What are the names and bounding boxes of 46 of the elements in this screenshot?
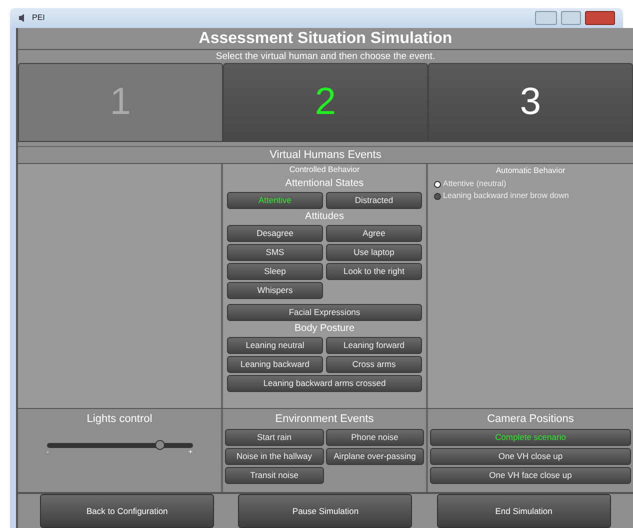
slider-thumb[interactable]: [155, 440, 166, 450]
event-button[interactable]: Transit noise: [225, 467, 324, 484]
event-button[interactable]: Attentive: [227, 192, 323, 210]
event-button[interactable]: One VH close up: [430, 448, 631, 466]
radio-label: Leaning backward inner brow down: [443, 190, 569, 202]
event-button[interactable]: Facial Expressions: [227, 304, 422, 322]
event-button[interactable]: Look to the right: [326, 263, 422, 280]
event-button[interactable]: Airplane over-passing: [326, 448, 424, 466]
event-button[interactable]: Complete scenario: [430, 429, 631, 446]
tab[interactable]: 3: [428, 63, 633, 142]
slider-track[interactable]: [46, 443, 192, 448]
event-button[interactable]: Distracted: [326, 192, 422, 210]
event-button[interactable]: Desagree: [227, 225, 323, 242]
header-subtitle: Select the virtual human and then choose the event.: [214, 50, 436, 63]
event-button[interactable]: Sleep: [227, 263, 323, 280]
panel-title: Controlled Behavior: [288, 164, 361, 176]
event-button[interactable]: Leaning forward: [326, 337, 422, 354]
footer-button[interactable]: End Simulation: [436, 494, 611, 528]
event-button[interactable]: Leaning backward: [227, 356, 323, 374]
event-button[interactable]: Leaning neutral: [227, 337, 323, 354]
event-button[interactable]: Start rain: [225, 429, 324, 446]
event-button[interactable]: Use laptop: [326, 244, 422, 262]
group-title: Attitudes: [304, 210, 345, 224]
radio-button[interactable]: [434, 180, 441, 188]
footer-button[interactable]: Pause Simulation: [238, 494, 412, 528]
panel-title: Automatic Behavior: [494, 165, 566, 178]
window-title: PEI: [32, 12, 45, 24]
event-button[interactable]: Cross arms: [326, 356, 422, 374]
tab[interactable]: 2: [223, 63, 428, 142]
event-button[interactable]: One VH face close up: [430, 467, 631, 484]
event-button[interactable]: Phone noise: [326, 429, 424, 446]
section-title: Virtual Humans Events: [18, 146, 633, 164]
panel-title: Environment Events: [274, 412, 375, 428]
group-title: Body Posture: [293, 322, 356, 336]
radio-label: Attentive (neutral): [443, 178, 506, 190]
header-title: Assessment Situation Simulation: [18, 28, 633, 50]
radio-button[interactable]: [434, 192, 441, 200]
panel-title: Camera Positions: [486, 412, 575, 428]
event-button[interactable]: Whispers: [227, 282, 323, 300]
event-button[interactable]: Agree: [326, 225, 422, 242]
event-button[interactable]: SMS: [227, 244, 323, 262]
group-title: Attentional States: [284, 177, 365, 192]
event-button[interactable]: Noise in the hallway: [225, 448, 324, 466]
event-button[interactable]: Leaning backward arms crossed: [227, 375, 422, 392]
footer-button[interactable]: Back to Configuration: [40, 494, 214, 528]
panel-title: Lights control: [86, 412, 152, 428]
